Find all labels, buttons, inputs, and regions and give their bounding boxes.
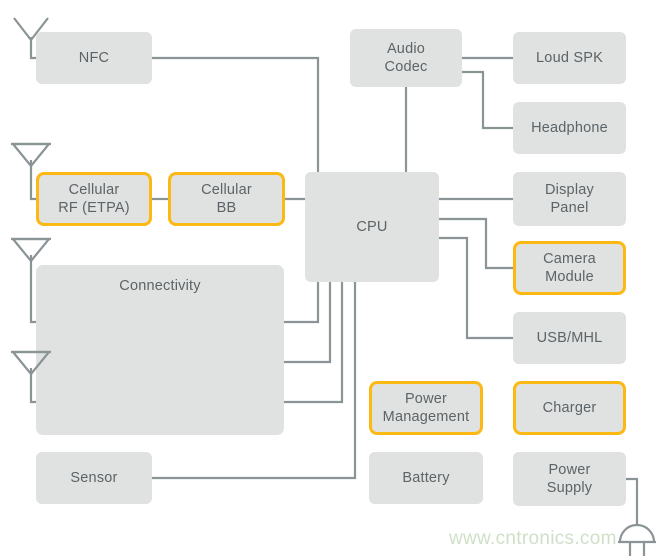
block-camera-module-label: Camera Module [543,250,596,285]
block-nfc[interactable]: NFC [36,32,152,84]
block-charger-label: Charger [542,399,597,416]
block-usb-mhl[interactable]: USB/MHL [513,312,626,364]
block-battery[interactable]: Battery [369,452,483,504]
block-cpu[interactable]: CPU [305,172,439,282]
wire-cpu-bluetooth [284,282,320,324]
block-diagram-canvas: Connectivity Bluetooth WiFi GPS NFC Audi… [0,0,660,560]
block-headphone-label: Headphone [531,119,608,136]
block-power-supply-label: Power Supply [546,461,593,496]
wire-nfc-cpu [152,56,320,172]
block-cellular-bb-label: Cellular BB [201,181,252,216]
block-sensor-label: Sensor [70,469,118,486]
block-power-management[interactable]: Power Management [369,381,483,435]
connectivity-group: Connectivity [36,265,284,435]
block-cellular-rf[interactable]: Cellular RF (ETPA) [36,172,152,226]
block-display-panel-label: Display Panel [545,181,594,216]
wire-cpu-gps [284,282,344,404]
antenna-cellular-icon [10,142,52,168]
block-sensor[interactable]: Sensor [36,452,152,504]
connectivity-group-title: Connectivity [119,278,201,294]
wire-audio-headphone [462,70,513,130]
block-headphone[interactable]: Headphone [513,102,626,154]
ac-plug-icon [618,523,656,556]
block-display-panel[interactable]: Display Panel [513,172,626,226]
antenna-bluetooth-icon [10,237,52,263]
block-charger[interactable]: Charger [513,381,626,435]
block-audio-codec-label: Audio Codec [384,40,428,75]
block-cellular-rf-label: Cellular RF (ETPA) [58,181,130,216]
block-usb-mhl-label: USB/MHL [536,329,603,346]
block-power-supply[interactable]: Power Supply [513,452,626,506]
block-loud-spk[interactable]: Loud SPK [513,32,626,84]
block-battery-label: Battery [402,469,450,486]
block-nfc-label: NFC [78,49,110,66]
site-watermark: www.cntronics.com [449,528,617,549]
wire-cpu-usb [439,236,513,340]
block-camera-module[interactable]: Camera Module [513,241,626,295]
block-cpu-label: CPU [356,218,388,235]
wire-powersupply-plug [626,477,639,525]
block-cellular-bb[interactable]: Cellular BB [168,172,285,226]
block-loud-spk-label: Loud SPK [536,49,603,66]
block-audio-codec[interactable]: Audio Codec [350,29,462,87]
wire-cpu-wifi [284,282,332,364]
wire-cpu-camera [439,217,513,270]
block-power-management-label: Power Management [382,390,470,425]
